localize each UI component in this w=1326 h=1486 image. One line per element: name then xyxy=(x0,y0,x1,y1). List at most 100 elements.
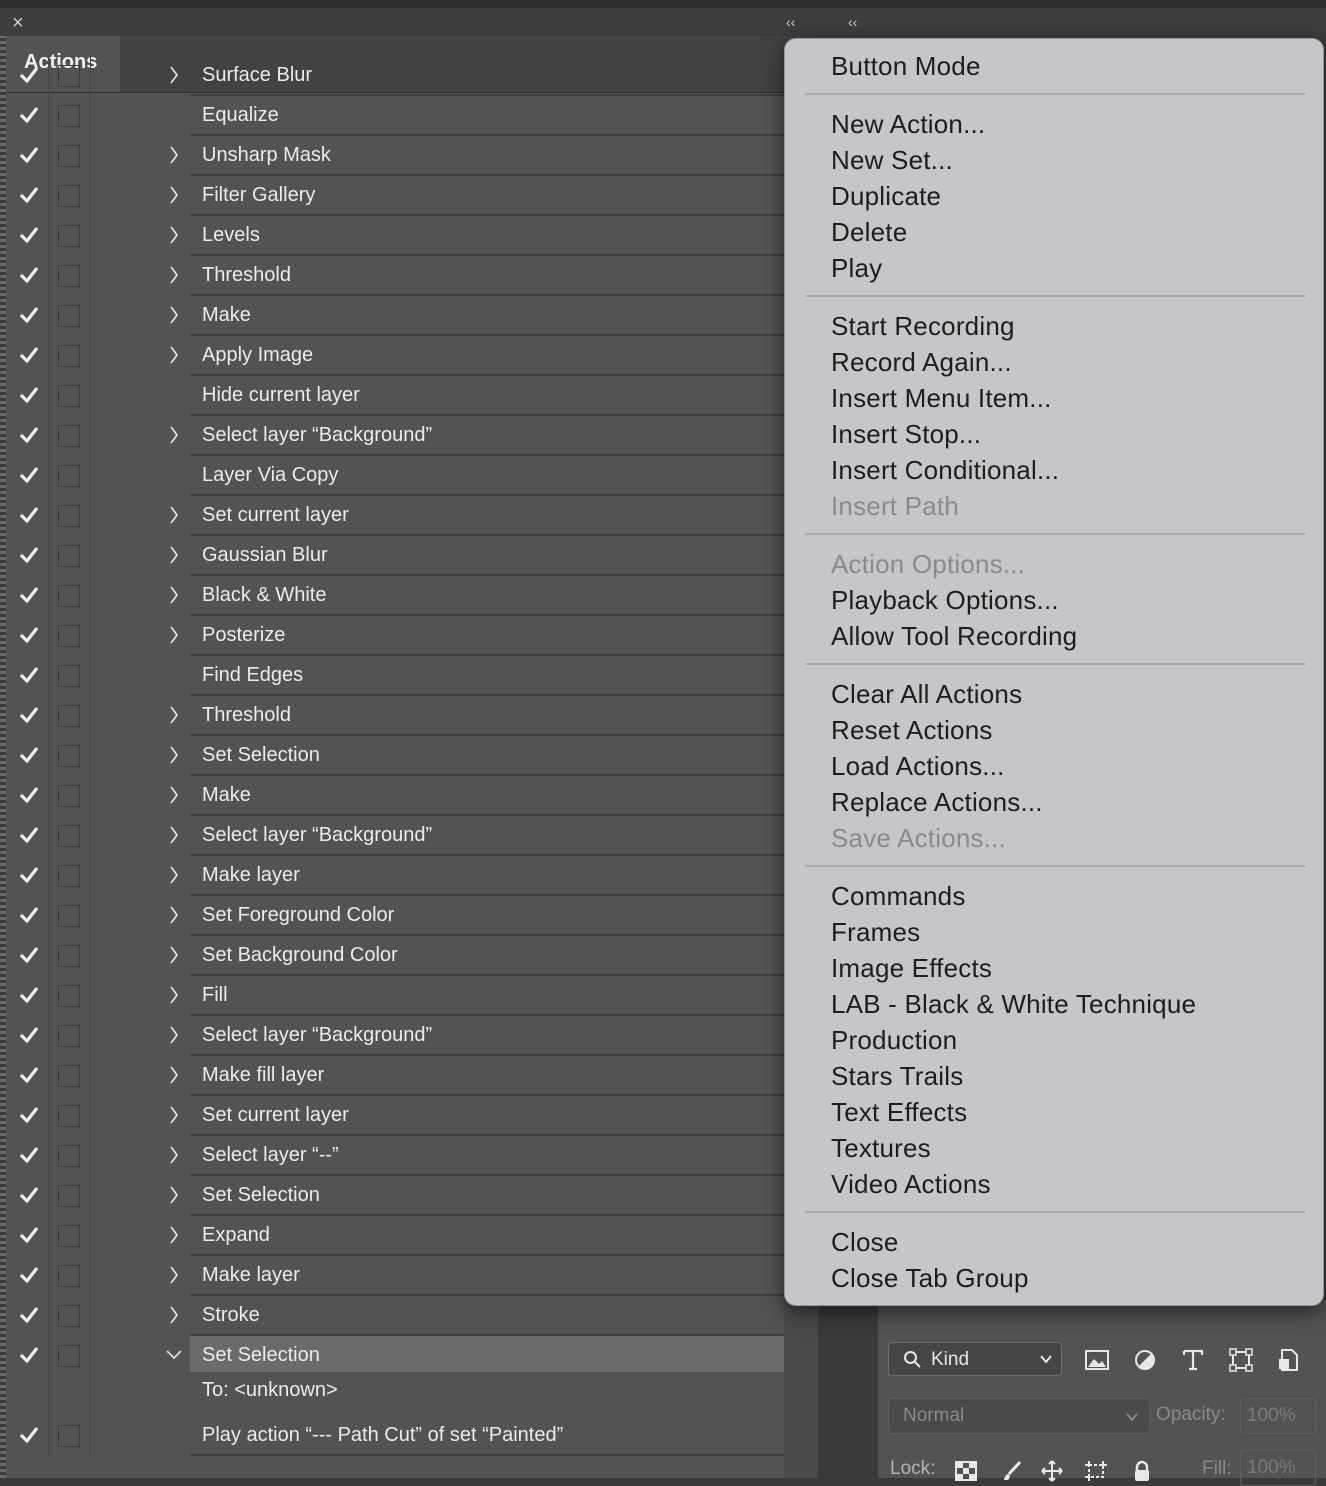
check-icon[interactable] xyxy=(18,1304,40,1326)
check-icon[interactable] xyxy=(18,584,40,606)
dialog-toggle-box[interactable] xyxy=(58,785,80,807)
check-icon[interactable] xyxy=(18,464,40,486)
check-icon[interactable] xyxy=(18,1184,40,1206)
action-step-row[interactable]: Set Background Color xyxy=(6,936,784,976)
chevron-right-icon[interactable] xyxy=(166,864,182,886)
check-icon[interactable] xyxy=(18,624,40,646)
check-icon[interactable] xyxy=(18,184,40,206)
menu-item[interactable]: Close xyxy=(831,1227,898,1258)
check-icon[interactable] xyxy=(18,1424,40,1446)
filter-kind-select[interactable]: Kind xyxy=(888,1342,1062,1376)
chevron-right-icon[interactable] xyxy=(166,1224,182,1246)
chevron-right-icon[interactable] xyxy=(166,544,182,566)
type-filter-icon[interactable] xyxy=(1180,1348,1206,1372)
dialog-toggle-box[interactable] xyxy=(58,505,80,527)
action-step-row[interactable]: Set Selection xyxy=(6,1176,784,1216)
menu-item[interactable]: LAB - Black & White Technique xyxy=(831,989,1196,1020)
dialog-toggle-box[interactable] xyxy=(58,305,80,327)
dialog-toggle-box[interactable] xyxy=(58,425,80,447)
action-step-row[interactable]: Select layer “--” xyxy=(6,1136,784,1176)
menu-item[interactable]: Play xyxy=(831,253,882,284)
menu-item[interactable]: Production xyxy=(831,1025,957,1056)
check-icon[interactable] xyxy=(18,864,40,886)
check-icon[interactable] xyxy=(18,264,40,286)
action-step-detail[interactable]: To: <unknown> xyxy=(6,1376,784,1416)
chevron-right-icon[interactable] xyxy=(166,624,182,646)
chevron-right-icon[interactable] xyxy=(166,824,182,846)
check-icon[interactable] xyxy=(18,664,40,686)
check-icon[interactable] xyxy=(18,744,40,766)
check-icon[interactable] xyxy=(18,1344,40,1366)
dialog-toggle-box[interactable] xyxy=(58,225,80,247)
check-icon[interactable] xyxy=(18,104,40,126)
dialog-toggle-box[interactable] xyxy=(58,265,80,287)
dialog-toggle-box[interactable] xyxy=(58,185,80,207)
action-step-row[interactable]: Stroke xyxy=(6,1296,784,1336)
menu-item[interactable]: Video Actions xyxy=(831,1169,991,1200)
chevron-right-icon[interactable] xyxy=(166,784,182,806)
action-step-row[interactable]: Levels xyxy=(6,216,784,256)
chevron-right-icon[interactable] xyxy=(166,1104,182,1126)
chevron-right-icon[interactable] xyxy=(166,1144,182,1166)
menu-item[interactable]: Textures xyxy=(831,1133,931,1164)
check-icon[interactable] xyxy=(18,64,40,86)
check-icon[interactable] xyxy=(18,904,40,926)
check-icon[interactable] xyxy=(18,544,40,566)
menu-item[interactable]: Allow Tool Recording xyxy=(831,621,1077,652)
adjustment-filter-icon[interactable] xyxy=(1132,1348,1158,1372)
dialog-toggle-box[interactable] xyxy=(58,985,80,1007)
action-step-row[interactable]: Set Selection xyxy=(6,736,784,776)
dialog-toggle-box[interactable] xyxy=(58,625,80,647)
dialog-toggle-box[interactable] xyxy=(58,105,80,127)
dialog-toggle-box[interactable] xyxy=(58,585,80,607)
action-step-row[interactable]: Make layer xyxy=(6,856,784,896)
action-step-row[interactable]: Apply Image xyxy=(6,336,784,376)
dialog-toggle-box[interactable] xyxy=(58,665,80,687)
action-step-row[interactable]: Find Edges xyxy=(6,656,784,696)
dialog-toggle-box[interactable] xyxy=(58,145,80,167)
dialog-toggle-box[interactable] xyxy=(58,345,80,367)
lock-artboard-icon[interactable] xyxy=(1084,1460,1108,1482)
check-icon[interactable] xyxy=(18,144,40,166)
dialog-toggle-box[interactable] xyxy=(58,1265,80,1287)
dialog-toggle-box[interactable] xyxy=(58,825,80,847)
chevron-right-icon[interactable] xyxy=(166,1064,182,1086)
dialog-toggle-box[interactable] xyxy=(58,65,80,87)
action-step-row[interactable]: Black & White xyxy=(6,576,784,616)
check-icon[interactable] xyxy=(18,1104,40,1126)
action-step-row[interactable]: Make layer xyxy=(6,1256,784,1296)
chevron-right-icon[interactable] xyxy=(166,224,182,246)
menu-item[interactable]: Reset Actions xyxy=(831,715,993,746)
menu-item[interactable]: Insert Stop... xyxy=(831,419,981,450)
check-icon[interactable] xyxy=(18,424,40,446)
menu-item[interactable]: New Set... xyxy=(831,145,953,176)
menu-item[interactable]: Load Actions... xyxy=(831,751,1005,782)
dialog-toggle-box[interactable] xyxy=(58,1345,80,1367)
action-step-row[interactable]: Equalize xyxy=(6,96,784,136)
lock-transparent-pixels-icon[interactable] xyxy=(954,1460,978,1482)
dialog-toggle-box[interactable] xyxy=(58,1225,80,1247)
menu-item[interactable]: Close Tab Group xyxy=(831,1263,1029,1294)
blend-mode-select[interactable]: Normal xyxy=(888,1398,1150,1434)
dialog-toggle-box[interactable] xyxy=(58,1105,80,1127)
chevron-right-icon[interactable] xyxy=(166,304,182,326)
lock-all-icon[interactable] xyxy=(1130,1460,1154,1482)
action-step-row[interactable]: Layer Via Copy xyxy=(6,456,784,496)
chevron-right-icon[interactable] xyxy=(166,64,182,86)
chevron-right-icon[interactable] xyxy=(166,184,182,206)
action-step-row[interactable]: Set current layer xyxy=(6,496,784,536)
action-step-row[interactable]: Select layer “Background” xyxy=(6,816,784,856)
check-icon[interactable] xyxy=(18,1224,40,1246)
action-step-row[interactable]: Posterize xyxy=(6,616,784,656)
action-step-row[interactable]: Set Foreground Color xyxy=(6,896,784,936)
chevron-right-icon[interactable] xyxy=(166,144,182,166)
dialog-toggle-box[interactable] xyxy=(58,745,80,767)
close-icon[interactable]: × xyxy=(12,13,24,33)
menu-item[interactable]: Stars Trails xyxy=(831,1061,963,1092)
dialog-toggle-box[interactable] xyxy=(58,1425,80,1447)
action-step-row[interactable]: Set current layer xyxy=(6,1096,784,1136)
dialog-toggle-box[interactable] xyxy=(58,545,80,567)
chevron-right-icon[interactable] xyxy=(166,584,182,606)
chevron-down-icon[interactable] xyxy=(166,1344,182,1366)
menu-item[interactable]: Text Effects xyxy=(831,1097,967,1128)
